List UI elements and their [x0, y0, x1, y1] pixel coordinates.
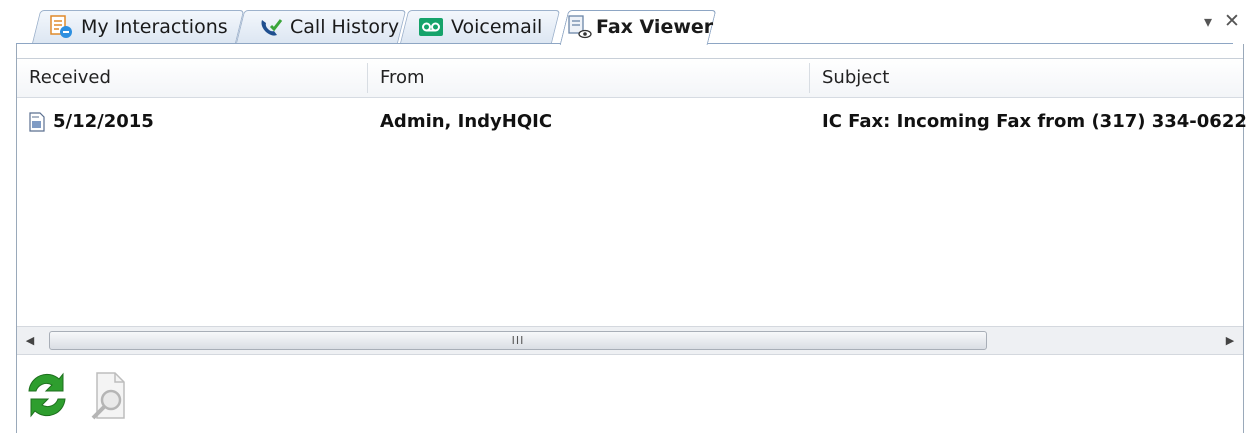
tab-label: Fax Viewer	[596, 15, 714, 38]
voicemail-icon	[418, 14, 444, 40]
my-interactions-icon	[48, 14, 74, 40]
table-header: Received From Subject	[17, 58, 1243, 98]
tab-fax-viewer[interactable]: Fax Viewer	[566, 10, 713, 43]
table-row[interactable]: 5/12/2015 Admin, IndyHQIC IC Fax: Incomi…	[17, 104, 1247, 140]
refresh-icon	[21, 372, 73, 427]
cell-received: 5/12/2015	[53, 111, 154, 132]
fax-toolbar	[17, 354, 1243, 433]
cell-subject: IC Fax: Incoming Fax from (317) 334-0622	[822, 111, 1247, 132]
view-fax-button[interactable]	[83, 367, 135, 423]
tab-label: My Interactions	[81, 15, 228, 38]
tab-my-interactions[interactable]: My Interactions	[48, 10, 228, 43]
tab-call-history[interactable]: Call History	[257, 10, 399, 43]
magnifier-document-icon	[83, 372, 135, 427]
panel-close-icon[interactable]: ✕	[1224, 10, 1240, 32]
column-header-subject[interactable]: Subject	[810, 59, 1243, 97]
panel-menu-icon[interactable]: ▾	[1204, 12, 1212, 31]
tab-strip: My Interactions Call History Voicemail F…	[0, 0, 1247, 45]
refresh-button[interactable]	[21, 367, 73, 423]
fax-viewer-icon	[566, 14, 592, 40]
tab-label: Call History	[290, 15, 400, 38]
fax-document-icon	[27, 112, 47, 132]
tab-label: Voicemail	[451, 15, 543, 38]
scrollbar-thumb[interactable]: III	[49, 331, 987, 350]
cell-from: Admin, IndyHQIC	[380, 111, 553, 132]
scroll-left-icon[interactable]: ◀	[17, 327, 43, 354]
column-header-received[interactable]: Received	[17, 59, 367, 97]
horizontal-scrollbar[interactable]: ◀ III ▶	[17, 326, 1243, 354]
scroll-right-icon[interactable]: ▶	[1217, 327, 1243, 354]
column-header-from[interactable]: From	[368, 59, 809, 97]
call-history-icon	[257, 14, 283, 40]
scrollbar-grip: III	[511, 334, 525, 347]
fax-viewer-panel: Received From Subject 5/12/2015 Admin, I…	[16, 44, 1247, 433]
tab-voicemail[interactable]: Voicemail	[418, 10, 542, 43]
